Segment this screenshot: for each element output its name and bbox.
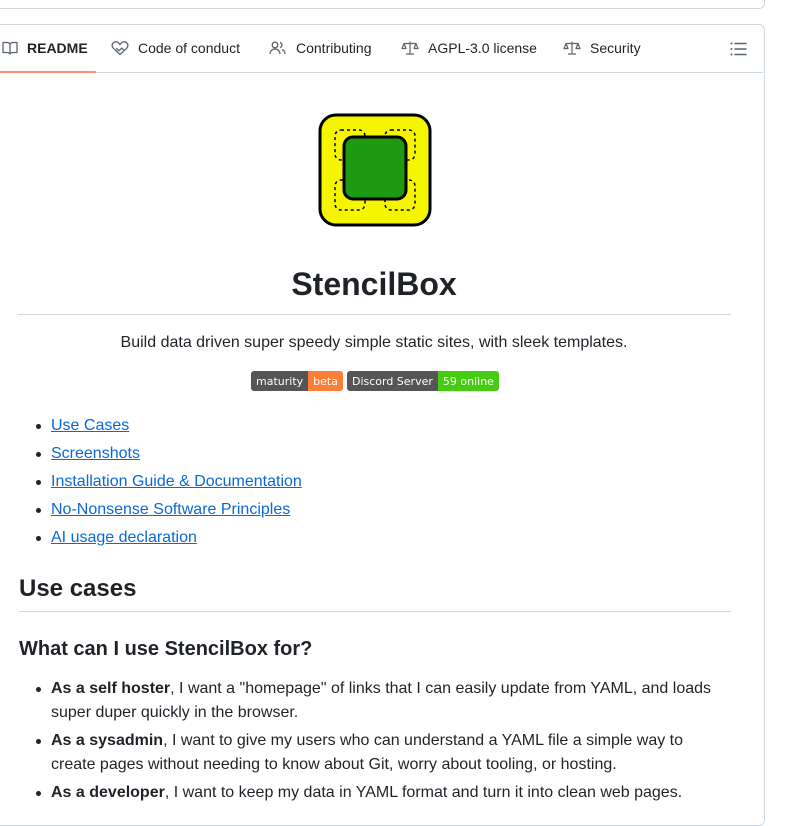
discord-badge-label: Discord Server <box>346 371 438 391</box>
maturity-badge-value: beta <box>308 371 343 391</box>
use-case-text: , I want to keep my data in YAML format … <box>164 784 683 801</box>
list-item: Installation Guide & Documentation <box>36 470 302 498</box>
tab-contributing[interactable]: Contributing <box>269 24 372 72</box>
tab-license-label: AGPL-3.0 license <box>428 40 537 56</box>
table-of-contents: Use Cases Screenshots Installation Guide… <box>36 414 302 554</box>
tagline: Build data driven super speedy simple st… <box>120 334 628 351</box>
tab-contributing-label: Contributing <box>296 40 372 56</box>
list-item: As a self hoster, I want a "homepage" of… <box>36 677 731 725</box>
discord-badge-value: 59 online <box>437 371 499 391</box>
discord-badge[interactable]: Discord Server 59 online <box>346 371 499 391</box>
code-of-conduct-icon <box>111 41 129 56</box>
stencilbox-logo-icon <box>318 113 432 227</box>
tab-readme-label: README <box>27 40 88 56</box>
tab-code-of-conduct-label: Code of conduct <box>138 40 240 56</box>
toc-link-screenshots[interactable]: Screenshots <box>51 445 140 462</box>
toc-link-principles[interactable]: No-Nonsense Software Principles <box>51 501 290 518</box>
tab-license[interactable]: AGPL-3.0 license <box>401 24 537 72</box>
list-item: AI usage declaration <box>36 526 302 554</box>
tab-code-of-conduct[interactable]: Code of conduct <box>111 24 240 72</box>
readme-tab-bar: README Code of conduct Contributing AGPL… <box>0 24 763 73</box>
use-case-list: As a self hoster, I want a "homepage" of… <box>36 677 731 809</box>
use-case-role: As a sysadmin <box>51 732 164 749</box>
use-case-role: As a developer <box>51 784 165 801</box>
title-divider <box>17 314 731 315</box>
maturity-badge-label: maturity <box>251 371 309 391</box>
previous-panel <box>0 0 765 9</box>
list-item: As a developer, I want to keep my data i… <box>36 781 731 805</box>
badge-row: maturity beta Discord Server 59 online <box>251 371 499 391</box>
tab-readme[interactable]: README <box>0 24 96 73</box>
toc-link-use-cases[interactable]: Use Cases <box>51 417 129 434</box>
toc-link-ai-usage[interactable]: AI usage declaration <box>51 529 197 546</box>
section-heading: Use cases <box>19 575 137 602</box>
list-item: Screenshots <box>36 442 302 470</box>
people-icon <box>269 41 286 55</box>
readme-title: StencilBox <box>291 266 457 302</box>
list-item: Use Cases <box>36 414 302 442</box>
use-case-role: As a self hoster <box>51 680 171 697</box>
toc-link-installation[interactable]: Installation Guide & Documentation <box>51 473 302 490</box>
sub-heading: What can I use StencilBox for? <box>19 638 313 660</box>
tab-security[interactable]: Security <box>563 24 641 72</box>
list-item: As a sysadmin, I want to give my users w… <box>36 729 731 777</box>
law-icon <box>563 41 581 55</box>
law-icon <box>401 41 419 55</box>
book-icon <box>2 41 18 55</box>
list-unordered-icon[interactable] <box>729 40 747 58</box>
tab-security-label: Security <box>590 40 641 56</box>
list-item: No-Nonsense Software Principles <box>36 498 302 526</box>
section-divider <box>19 611 731 612</box>
maturity-badge[interactable]: maturity beta <box>251 371 343 391</box>
